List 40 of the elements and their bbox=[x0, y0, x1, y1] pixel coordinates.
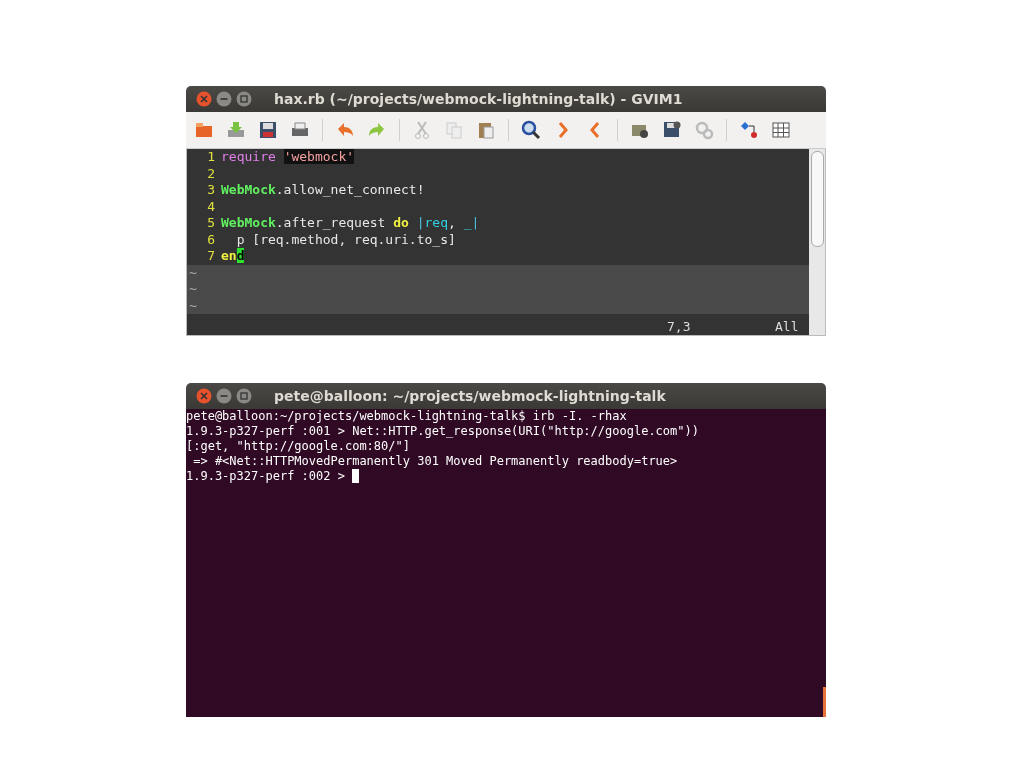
close-icon[interactable] bbox=[196, 91, 212, 107]
line-number: 6 bbox=[206, 231, 216, 248]
download-icon[interactable] bbox=[226, 120, 246, 140]
window-title: pete@balloon: ~/projects/webmock-lightning-talk bbox=[274, 388, 666, 404]
line-number: 2 bbox=[206, 165, 216, 182]
line-number: 4 bbox=[206, 198, 216, 215]
scrollbar[interactable] bbox=[809, 149, 825, 335]
open-folder-icon[interactable] bbox=[194, 120, 214, 140]
scroll-indicator bbox=[823, 687, 826, 717]
tilde-marker: ~ bbox=[189, 281, 197, 298]
scroll-position: All bbox=[775, 318, 799, 335]
code-line: end bbox=[221, 248, 245, 265]
diamond-arrow-icon[interactable] bbox=[739, 120, 759, 140]
window-title: hax.rb (~/projects/webmock-lightning-talk) - GVIM1 bbox=[274, 91, 683, 107]
minimize-icon[interactable] bbox=[216, 388, 232, 404]
tilde-marker: ~ bbox=[189, 264, 197, 281]
code-line: p [req.method, req.uri.to_s] bbox=[235, 231, 456, 248]
cursor-position: 7,3 bbox=[667, 318, 692, 335]
maximize-icon[interactable] bbox=[236, 91, 252, 107]
line-number: 5 bbox=[206, 215, 216, 232]
line-number: 1 bbox=[206, 149, 216, 166]
code-line: WebMock.allow_net_connect! bbox=[221, 182, 425, 199]
terminal-line: 1.9.3-p327-perf :002 > bbox=[186, 469, 346, 484]
terminal-line: 1.9.3-p327-perf :001 > Net::HTTP.get_response(URI("http://google.com")) bbox=[186, 424, 699, 439]
tilde-marker: ~ bbox=[189, 297, 197, 314]
scissors-icon[interactable] bbox=[412, 120, 432, 140]
terminal-line: pete@balloon:~/projects/webmock-lightning-talk$ irb -I. -rhax bbox=[186, 409, 627, 424]
save-icon[interactable] bbox=[258, 120, 278, 140]
terminal-line: => #<Net::HTTPMovedPermanently 301 Moved Permanently readbody=true> bbox=[192, 454, 678, 469]
maximize-icon[interactable] bbox=[236, 388, 252, 404]
line-number: 7 bbox=[206, 248, 216, 265]
line-number: 3 bbox=[206, 182, 216, 199]
clipboard-icon[interactable] bbox=[476, 120, 496, 140]
code-line: WebMock.after_request do |req, _| bbox=[221, 215, 480, 232]
magnifier-icon[interactable] bbox=[521, 120, 541, 140]
close-icon[interactable] bbox=[196, 388, 212, 404]
terminal-line: [:get, "http://google.com:80/"] bbox=[186, 439, 410, 454]
minimize-icon[interactable] bbox=[216, 91, 232, 107]
code-line: require 'webmock' bbox=[221, 149, 355, 166]
table-icon[interactable] bbox=[771, 120, 791, 140]
